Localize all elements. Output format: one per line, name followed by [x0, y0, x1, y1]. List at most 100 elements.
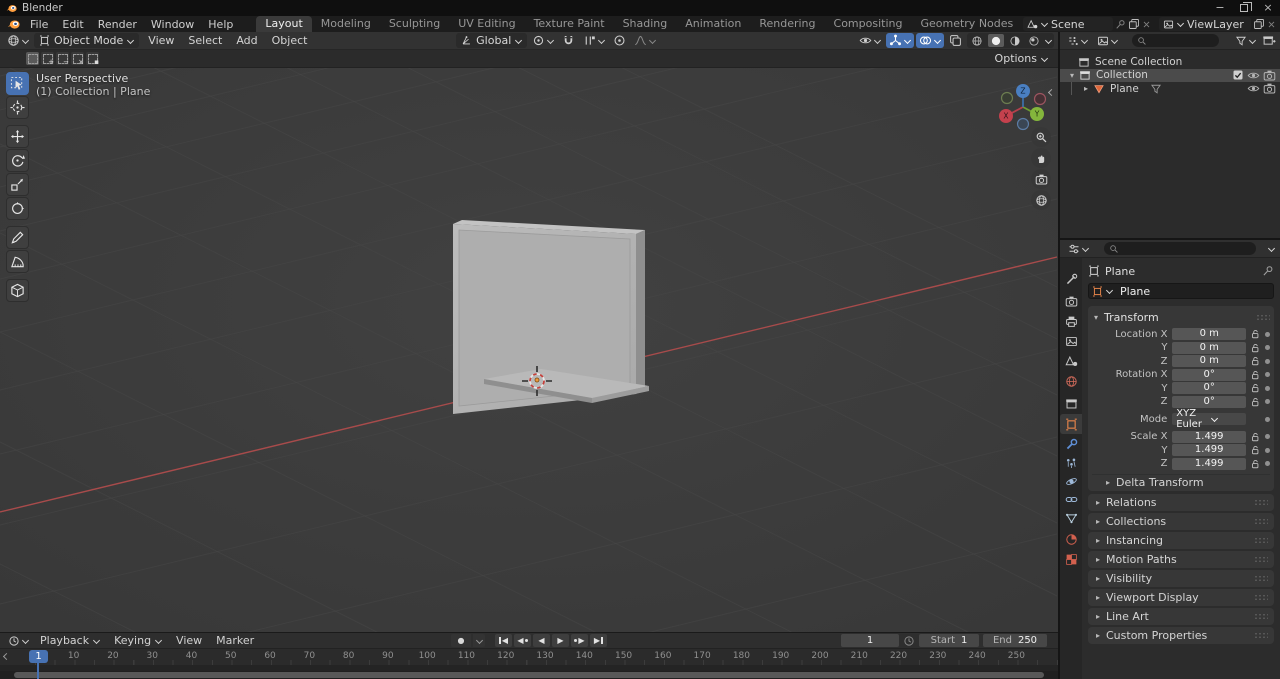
panel-grip-icon[interactable] — [1254, 575, 1268, 582]
eye-icon[interactable] — [1247, 69, 1260, 82]
visibility-dropdown[interactable] — [856, 33, 884, 48]
select-mode-new[interactable] — [26, 52, 39, 65]
shading-rendered-button[interactable] — [1026, 34, 1042, 47]
menu-item[interactable]: Window — [144, 18, 201, 31]
select-mode-intersect[interactable]: ▪ — [86, 52, 99, 66]
lock-icon[interactable] — [1249, 383, 1261, 393]
viewport-canvas[interactable]: X Y Z — [0, 68, 1058, 632]
tab-scene[interactable] — [1060, 351, 1082, 371]
timeline-ruler[interactable]: 10 20 30 40 50 60 70 80 90 100 110 120 130 140 150 160 1… — [0, 649, 1058, 665]
tab-texture[interactable] — [1060, 549, 1082, 569]
workspace-tab[interactable]: Texture Paint — [525, 16, 614, 32]
select-mode-invert[interactable]: × — [71, 52, 84, 66]
chevron-down-icon[interactable] — [1106, 288, 1113, 294]
auto-keying-button[interactable]: ● — [451, 634, 471, 647]
value-field[interactable]: 1.499 — [1172, 444, 1247, 457]
overlays-toggle[interactable] — [916, 33, 944, 48]
jump-to-start-button[interactable]: ◀ — [495, 634, 512, 647]
viewport-menu-item[interactable]: Select — [181, 34, 229, 47]
animate-dot-icon[interactable] — [1265, 372, 1270, 378]
viewport-menu-item[interactable]: Object — [265, 34, 315, 47]
value-field[interactable]: 1.499 — [1172, 430, 1247, 443]
marker-menu[interactable]: Marker — [210, 634, 260, 647]
tab-modifiers[interactable] — [1060, 434, 1082, 454]
outliner-row-scene-collection[interactable]: Scene Collection — [1060, 55, 1280, 69]
lock-icon[interactable] — [1249, 432, 1261, 442]
tab-render[interactable] — [1060, 291, 1082, 311]
scale-tool-button[interactable] — [6, 173, 29, 196]
outliner-row-collection[interactable]: ▾ Collection — [1060, 68, 1280, 82]
cursor-tool-button[interactable] — [6, 96, 29, 119]
xray-toggle[interactable] — [946, 33, 965, 48]
lock-icon[interactable] — [1249, 343, 1261, 353]
measure-tool-button[interactable] — [6, 250, 29, 273]
pivot-dropdown[interactable] — [529, 33, 557, 48]
panel-grip-icon[interactable] — [1254, 556, 1268, 563]
workspace-tab[interactable]: Shading — [614, 16, 677, 32]
options-button[interactable]: Options — [995, 52, 1052, 65]
rotation-mode-dropdown[interactable]: XYZ Euler — [1172, 408, 1247, 430]
play-button[interactable]: ▶ — [552, 634, 569, 647]
tab-collection[interactable] — [1060, 393, 1082, 413]
menu-item[interactable]: Edit — [55, 18, 90, 31]
select-mode-extend[interactable]: + — [41, 52, 54, 66]
tab-physics[interactable] — [1060, 471, 1082, 491]
select-box-tool-button[interactable] — [6, 72, 29, 95]
panel-grip-icon[interactable] — [1254, 632, 1268, 639]
value-field[interactable]: 0° — [1172, 368, 1247, 381]
start-frame-field[interactable]: Start 1 — [919, 634, 979, 647]
sidebar-toggle-icon[interactable] — [1047, 90, 1054, 96]
menu-item[interactable]: Help — [201, 18, 240, 31]
tab-object-data[interactable] — [1060, 508, 1082, 528]
panel-header[interactable]: ▸ Line Art — [1088, 608, 1274, 625]
display-mode-dropdown[interactable] — [1094, 33, 1121, 48]
lock-icon[interactable] — [1249, 459, 1261, 469]
outliner-search-input[interactable] — [1132, 34, 1219, 47]
animate-dot-icon[interactable] — [1265, 434, 1270, 440]
value-field[interactable]: 0 m — [1172, 355, 1247, 368]
tab-tool[interactable] — [1060, 269, 1082, 289]
panel-header[interactable]: ▸ Instancing — [1088, 532, 1274, 549]
panel-header[interactable]: ▸ Motion Paths — [1088, 551, 1274, 568]
disclosure-icon[interactable]: ▸ — [1082, 84, 1090, 93]
value-field[interactable]: 0° — [1172, 382, 1247, 395]
filter-dropdown[interactable] — [1232, 33, 1259, 48]
panel-grip-icon[interactable] — [1254, 499, 1268, 506]
workspace-tab[interactable]: UV Editing — [449, 16, 524, 32]
play-reverse-button[interactable]: ◀ — [533, 634, 550, 647]
perspective-toggle-button[interactable] — [1031, 190, 1051, 210]
lock-icon[interactable] — [1249, 356, 1261, 366]
jump-to-end-button[interactable]: ▶ — [590, 634, 607, 647]
eye-icon[interactable] — [1247, 82, 1260, 95]
workspace-tab[interactable]: Layout — [256, 16, 312, 32]
animate-dot-icon[interactable] — [1265, 461, 1270, 467]
outliner-row-plane[interactable]: ▸ Plane — [1060, 82, 1280, 96]
properties-editor-type-button[interactable] — [1065, 241, 1092, 256]
mode-dropdown[interactable]: Object Mode — [34, 33, 140, 48]
transform-panel-header[interactable]: ▾ Transform — [1092, 310, 1270, 324]
outliner-editor-type-button[interactable] — [1064, 33, 1091, 48]
workspace-tab[interactable]: Compositing — [825, 16, 912, 32]
shading-material-button[interactable] — [1007, 34, 1023, 47]
animate-dot-icon[interactable] — [1265, 358, 1270, 364]
scrollbar-thumb[interactable] — [14, 672, 1044, 678]
editor-type-button[interactable] — [4, 33, 32, 48]
menu-item[interactable]: Render — [91, 18, 144, 31]
prev-keyframe-button[interactable]: ◀ — [514, 634, 531, 647]
view-menu[interactable]: View — [170, 634, 208, 647]
workspace-tab[interactable]: Modeling — [312, 16, 380, 32]
camera-view-button[interactable] — [1031, 169, 1051, 189]
viewport-menu-item[interactable]: View — [141, 34, 181, 47]
new-viewlayer-icon[interactable] — [1253, 18, 1265, 30]
panel-header[interactable]: ▸ Relations — [1088, 494, 1274, 511]
panel-header[interactable]: ▸ Collections — [1088, 513, 1274, 530]
checkbox-icon[interactable] — [1232, 69, 1244, 81]
workspace-tab[interactable]: Sculpting — [380, 16, 449, 32]
keying-menu[interactable]: Keying — [108, 634, 168, 647]
preview-range-clock-icon[interactable] — [903, 635, 915, 647]
panel-header[interactable]: ▸ Viewport Display — [1088, 589, 1274, 606]
blender-menu-icon[interactable] — [7, 18, 20, 31]
move-tool-button[interactable] — [6, 125, 29, 148]
timeline-expand-icon[interactable] — [2, 654, 9, 660]
lock-icon[interactable] — [1249, 370, 1261, 380]
